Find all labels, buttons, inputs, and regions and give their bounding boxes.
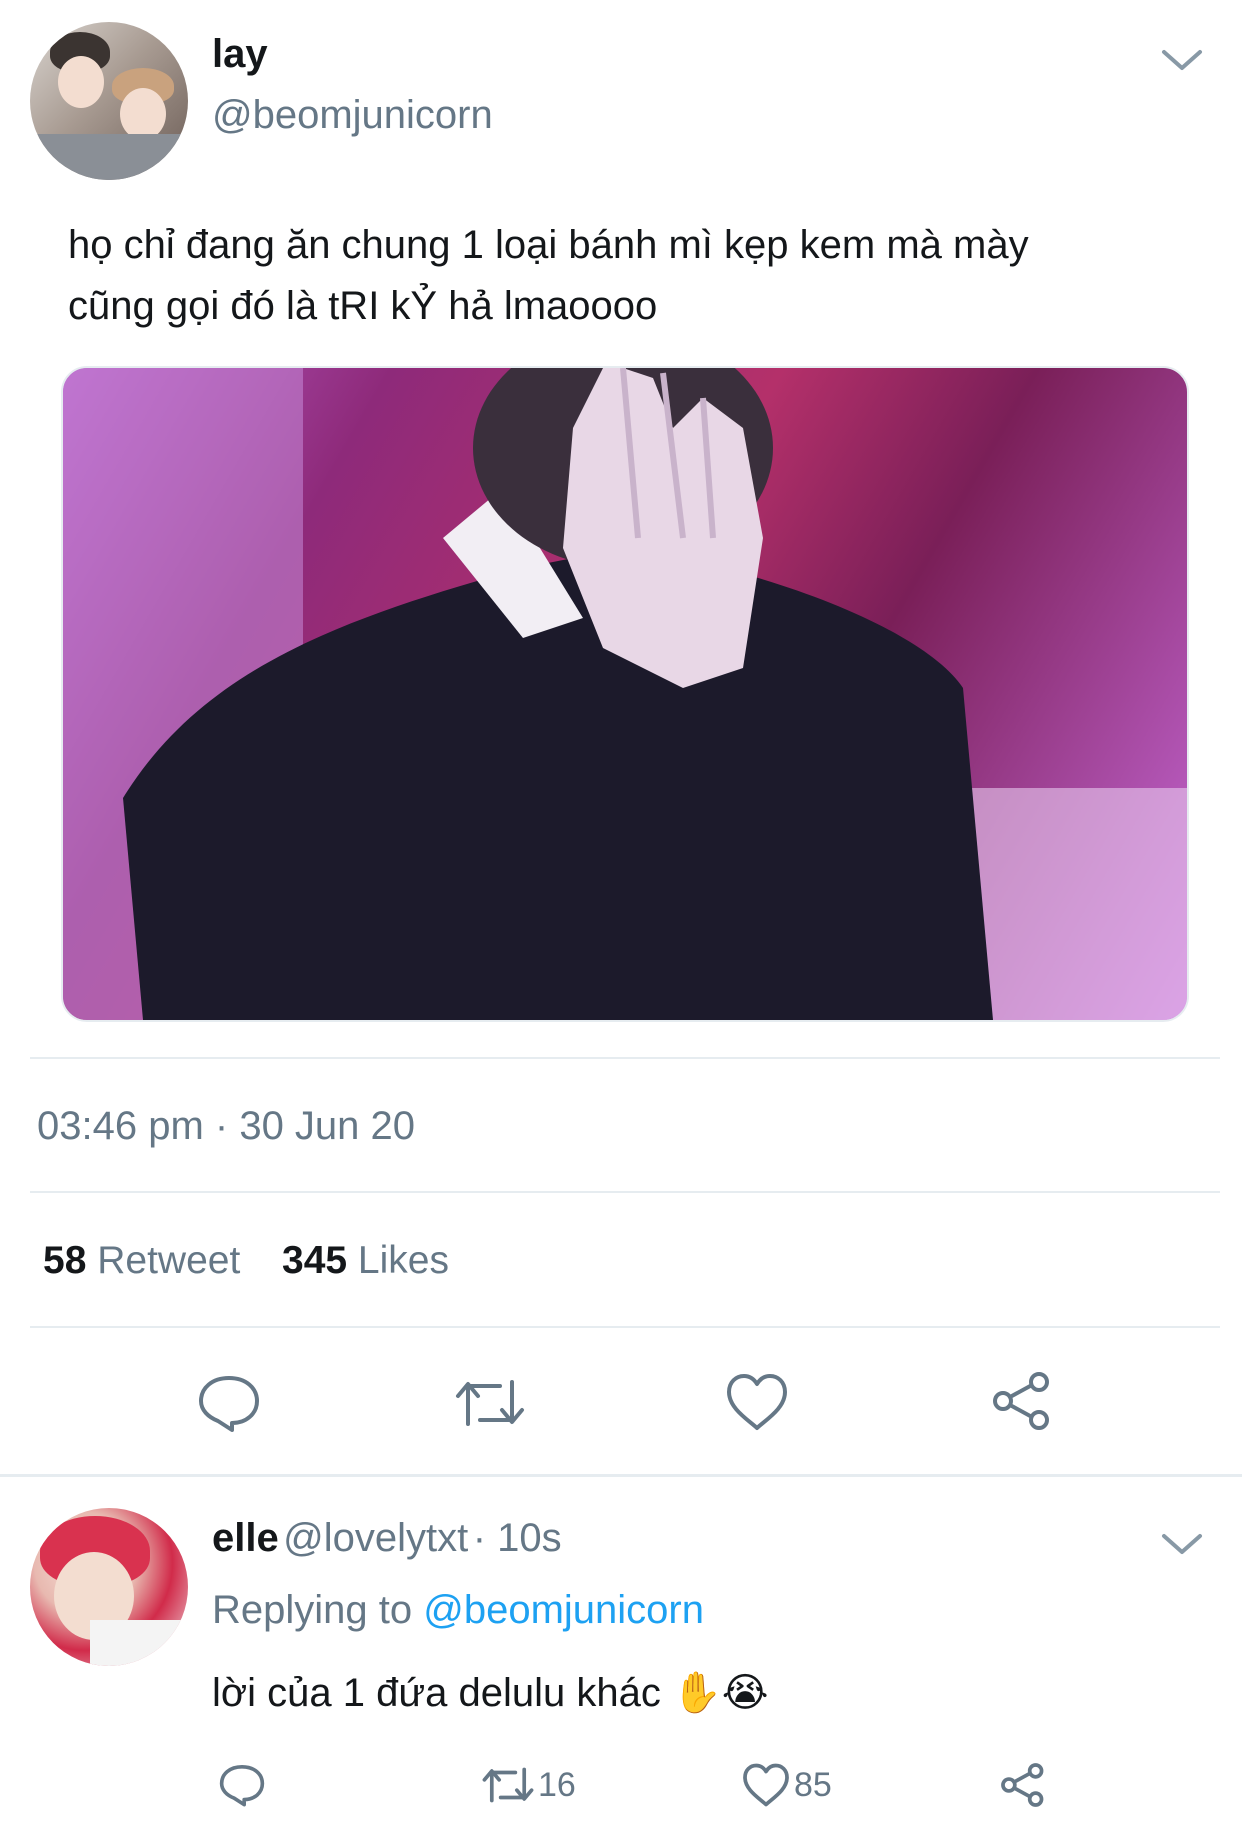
like-icon[interactable] xyxy=(725,1372,789,1432)
replying-to: Replying to @beomjunicorn xyxy=(212,1588,704,1633)
tweet-timestamp[interactable]: 03:46 pm · 30 Jun 20 xyxy=(37,1104,415,1149)
reply-text-body: lời của 1 đứa delulu khác xyxy=(212,1671,661,1715)
reply-like-action[interactable]: 85 xyxy=(742,1762,832,1808)
share-icon[interactable] xyxy=(991,1370,1053,1432)
section-separator xyxy=(0,1474,1242,1477)
reply-author-avatar[interactable] xyxy=(30,1508,188,1666)
author-handle[interactable]: @beomjunicorn xyxy=(212,93,493,138)
likes-stat[interactable]: 345 Likes xyxy=(282,1239,449,1282)
reply-display-name[interactable]: elle xyxy=(212,1516,279,1560)
like-icon xyxy=(742,1762,790,1808)
retweets-label: Retweet xyxy=(97,1239,241,1282)
replying-to-mention[interactable]: @beomjunicorn xyxy=(423,1588,704,1632)
reply-icon[interactable] xyxy=(218,1762,266,1808)
retweet-icon xyxy=(480,1763,536,1807)
reply-emoji: ✋😭 xyxy=(671,1671,769,1715)
tweet-text-line-2: cũng gọi đó là tRI kỶ hả lmaoooo xyxy=(68,284,658,328)
chevron-down-icon[interactable] xyxy=(1160,1528,1204,1560)
likes-label: Likes xyxy=(357,1239,449,1282)
share-icon[interactable] xyxy=(1000,1762,1046,1808)
likes-count: 345 xyxy=(282,1239,348,1282)
author-avatar[interactable] xyxy=(30,22,188,180)
media-illustration xyxy=(63,368,1187,1020)
chevron-down-icon[interactable] xyxy=(1160,44,1204,76)
reply-header: elle @lovelytxt · 10s xyxy=(212,1516,562,1561)
reply-retweet-count: 16 xyxy=(538,1765,576,1804)
retweet-icon[interactable] xyxy=(452,1374,528,1432)
retweets-stat[interactable]: 58 Retweet xyxy=(43,1239,251,1282)
tweet-media-image[interactable] xyxy=(61,366,1189,1022)
divider xyxy=(30,1326,1220,1328)
reply-retweet-action[interactable]: 16 xyxy=(480,1762,576,1808)
replying-to-prefix: Replying to xyxy=(212,1588,413,1632)
reply-text: lời của 1 đứa delulu khác ✋😭 xyxy=(212,1668,769,1718)
retweets-count: 58 xyxy=(43,1239,87,1282)
reply-time[interactable]: · 10s xyxy=(473,1516,562,1560)
divider xyxy=(30,1057,1220,1059)
tweet-text-line-1: họ chỉ đang ăn chung 1 loại bánh mì kẹp … xyxy=(68,223,1029,267)
author-display-name[interactable]: lay xyxy=(212,32,268,77)
tweet-text: họ chỉ đang ăn chung 1 loại bánh mì kẹp … xyxy=(68,215,1188,337)
divider xyxy=(30,1191,1220,1193)
reply-like-count: 85 xyxy=(794,1765,832,1804)
tweet-stats: 58 Retweet 345 Likes xyxy=(43,1239,449,1283)
reply-icon[interactable] xyxy=(196,1372,262,1434)
reply-handle[interactable]: @lovelytxt xyxy=(283,1516,468,1560)
